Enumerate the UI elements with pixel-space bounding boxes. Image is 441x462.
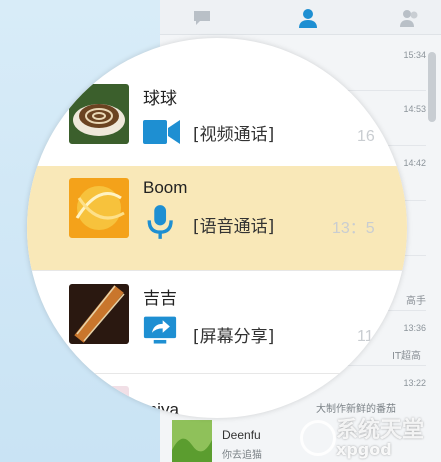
group-icon [400, 10, 418, 27]
watermark-subtext: xpgod [336, 440, 392, 459]
video-camera-icon [143, 114, 181, 150]
contact-name: Deenfu [222, 428, 261, 442]
microphone-icon [145, 202, 183, 239]
scrollbar[interactable] [428, 52, 436, 122]
screen-share-icon [143, 314, 181, 350]
magnifier-overlay: 球球 [视频通话] 16 Boom [语音通话] 13：5 吉吉 [屏幕分享] … [27, 38, 407, 418]
contact-name: 球球 [143, 89, 177, 108]
tab-contacts[interactable] [296, 6, 320, 30]
avatar[interactable] [172, 420, 212, 462]
call-type-label: [视频通话] [193, 125, 275, 145]
avatar [69, 178, 129, 238]
time-label: 16 [357, 128, 375, 145]
person-icon [299, 9, 317, 28]
contact-name: 吉吉 [143, 289, 177, 308]
avatar [69, 386, 129, 418]
tab-groups[interactable] [398, 6, 422, 30]
list-item[interactable]: Boom [语音通话] 13：5 [27, 166, 407, 270]
time-label: 13：5 [332, 220, 375, 237]
avatar [69, 84, 129, 144]
tab-bar [160, 0, 441, 35]
time-label: 15:34 [403, 50, 426, 60]
time-label: 11 [357, 328, 374, 345]
call-type-label: [屏幕分享] [193, 327, 275, 347]
watermark-logo [300, 420, 336, 456]
tab-messages[interactable] [190, 6, 214, 30]
contact-name: miya [143, 400, 179, 418]
list-item[interactable]: 球球 [视频通话] 16 [27, 68, 407, 168]
partial-message: 高手 [406, 296, 426, 307]
partial-message: 你去追猫 [222, 450, 262, 461]
avatar [69, 284, 129, 344]
chat-bubble-icon [194, 11, 210, 25]
call-type-label: [语音通话] [193, 217, 275, 237]
list-item[interactable]: 吉吉 [屏幕分享] 11 [27, 270, 407, 370]
contact-name: Boom [143, 178, 188, 197]
